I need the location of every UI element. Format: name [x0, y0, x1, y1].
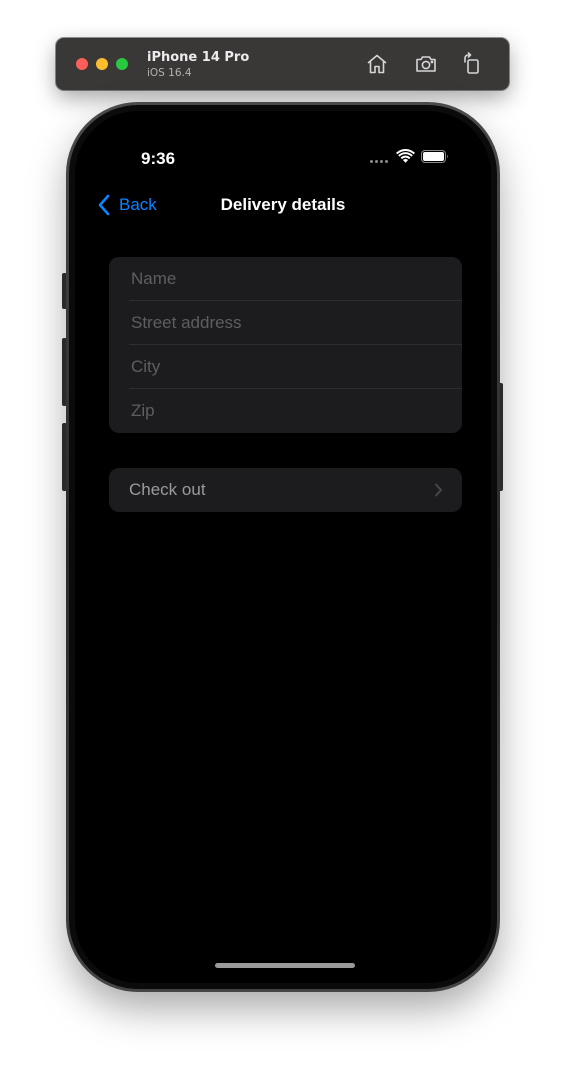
phone-bezel: 9:36 Back Delivery details Name Street a…: [69, 105, 497, 989]
city-field-row: [109, 345, 462, 389]
name-field[interactable]: [129, 257, 462, 301]
street-field-row: [109, 301, 462, 345]
close-window-button[interactable]: [76, 58, 88, 70]
name-field-row: [109, 257, 462, 301]
zip-field-row: [109, 389, 462, 433]
zip-field[interactable]: [129, 389, 462, 433]
screenshot-icon[interactable]: [414, 52, 438, 76]
city-field[interactable]: [129, 345, 462, 389]
zoom-window-button[interactable]: [116, 58, 128, 70]
check-out-label: Check out: [129, 480, 206, 499]
signal-dots-icon: [370, 160, 390, 164]
wifi-icon: [396, 149, 415, 163]
simulator-toolbar: iPhone 14 Pro iOS 16.4: [56, 38, 509, 90]
minimize-window-button[interactable]: [96, 58, 108, 70]
home-indicator[interactable]: [215, 963, 355, 968]
battery-icon: [421, 150, 448, 163]
delivery-form: [109, 257, 462, 433]
page-title: Delivery details: [220, 195, 346, 214]
device-os-version: iOS 16.4: [147, 67, 192, 79]
home-icon[interactable]: [365, 52, 389, 76]
check-out-button[interactable]: Check out: [109, 468, 462, 512]
phone-frame: 9:36 Back Delivery details Name Street a…: [66, 102, 500, 992]
status-time: 9:36: [141, 149, 176, 168]
phone-screen: 9:36 Back Delivery details Name Street a…: [75, 111, 491, 983]
street-address-field[interactable]: [129, 301, 462, 345]
chevron-right-icon: [435, 483, 442, 497]
device-name: iPhone 14 Pro: [147, 50, 250, 65]
rotate-icon[interactable]: [460, 52, 484, 76]
